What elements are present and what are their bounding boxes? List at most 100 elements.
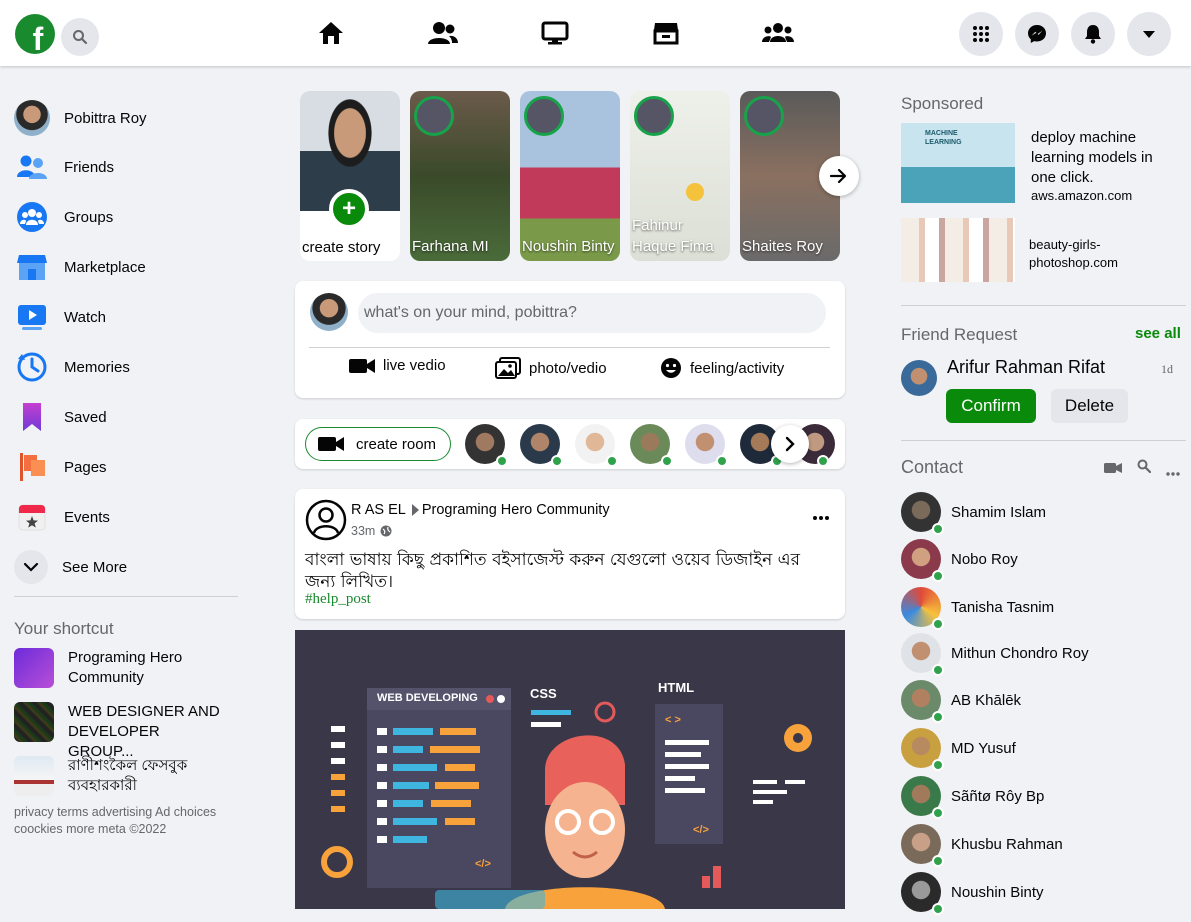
- divider: [901, 305, 1186, 306]
- online-indicator: [551, 455, 563, 467]
- user-icon[interactable]: [305, 499, 347, 541]
- sidebar-item-label: Marketplace: [64, 258, 146, 276]
- request-name[interactable]: Arifur Rahman Rifat: [947, 357, 1105, 378]
- search-button[interactable]: [61, 18, 99, 56]
- post-group[interactable]: Programing Hero Community: [422, 502, 610, 518]
- shortcut-item[interactable]: Programing Hero Community: [14, 648, 228, 688]
- illustration-text: </>: [693, 824, 709, 836]
- events-icon: [14, 499, 50, 535]
- avatar: [901, 824, 944, 867]
- sidebar-item-friends[interactable]: Friends: [14, 147, 114, 187]
- nav-groups[interactable]: [758, 18, 798, 48]
- contact-name: Noushin Binty: [951, 883, 1044, 901]
- story-name: Farhana MI: [412, 238, 489, 255]
- marketplace-icon: [14, 249, 50, 285]
- nav-watch[interactable]: [535, 18, 575, 48]
- story-card[interactable]: Noushin Binty: [520, 91, 620, 261]
- pages-icon: [14, 449, 50, 485]
- groups-icon: [14, 199, 50, 235]
- video-camera-icon: [318, 436, 344, 452]
- contact-item[interactable]: Shamim Islam: [901, 492, 1181, 535]
- online-indicator: [606, 455, 618, 467]
- notifications-button[interactable]: [1071, 12, 1115, 56]
- illustration-text: CSS: [530, 686, 557, 701]
- confirm-button[interactable]: Confirm: [946, 389, 1036, 423]
- sidebar-item-marketplace[interactable]: Marketplace: [14, 247, 146, 287]
- account-menu-button[interactable]: [1127, 12, 1171, 56]
- shortcut-item[interactable]: রাণীশংকৈল ফেসবুক ব্যবহারকারী: [14, 756, 228, 796]
- illustration-text: HTML: [658, 680, 695, 695]
- photo-video-label: photo/vedio: [529, 359, 607, 377]
- sidebar-item-memories[interactable]: Memories: [14, 347, 130, 387]
- nav-friends[interactable]: [423, 18, 463, 48]
- live-video-label: live vedio: [383, 357, 446, 374]
- live-video-button[interactable]: live vedio: [349, 357, 446, 374]
- see-more-button[interactable]: See More: [14, 547, 127, 587]
- sidebar-item-label: Watch: [64, 308, 106, 326]
- see-more-label: See More: [62, 558, 128, 576]
- rooms-next-button[interactable]: [771, 425, 809, 463]
- post-hashtag[interactable]: #help_post: [305, 591, 371, 608]
- post-image[interactable]: WEB DEVELOPING CSS HTML < > </> </>: [295, 630, 845, 909]
- contact-item[interactable]: Tanisha Tasnim: [901, 587, 1181, 630]
- contact-item[interactable]: Sãñtø Rôy Bp: [901, 776, 1181, 819]
- room-avatar[interactable]: [520, 424, 563, 467]
- status-input[interactable]: what's on your mind, pobittra?: [358, 293, 826, 333]
- room-avatar[interactable]: [575, 424, 618, 467]
- facebook-logo-icon[interactable]: f: [15, 14, 55, 54]
- ad-domain: aws.amazon.com: [1031, 188, 1133, 203]
- room-avatar[interactable]: [630, 424, 673, 467]
- online-indicator: [932, 523, 944, 535]
- footer-line[interactable]: privacy terms advertising Ad choices: [14, 804, 244, 821]
- sidebar-item-events[interactable]: Events: [14, 497, 110, 537]
- contact-item[interactable]: Nobo Roy: [901, 539, 1181, 582]
- nav-marketplace[interactable]: [646, 18, 686, 48]
- video-camera-icon[interactable]: [1104, 461, 1122, 479]
- photo-video-button[interactable]: photo/vedio: [495, 357, 607, 379]
- video-camera-icon: [349, 358, 375, 374]
- photo-icon: [495, 357, 521, 379]
- top-navbar: f: [0, 0, 1191, 66]
- more-options-icon[interactable]: [1165, 464, 1181, 482]
- sidebar-item-pages[interactable]: Pages: [14, 447, 107, 487]
- post-author[interactable]: R AS EL: [351, 502, 406, 518]
- shortcut-item[interactable]: WEB DESIGNER AND DEVELOPER GROUP...: [14, 702, 228, 762]
- stories-next-button[interactable]: [819, 156, 859, 196]
- online-indicator: [932, 618, 944, 630]
- post-options-icon[interactable]: [811, 509, 831, 520]
- nav-home[interactable]: [311, 18, 351, 48]
- contact-item[interactable]: MD Yusuf: [901, 728, 1181, 771]
- post-time[interactable]: 33m: [351, 524, 375, 538]
- create-story-card[interactable]: + create story: [300, 91, 400, 261]
- feeling-activity-button[interactable]: feeling/activity: [660, 357, 784, 379]
- sidebar-item-groups[interactable]: Groups: [14, 197, 113, 237]
- sidebar-item-saved[interactable]: Saved: [14, 397, 107, 437]
- room-avatar[interactable]: [465, 424, 508, 467]
- footer-line[interactable]: coockies more meta ©2022: [14, 821, 244, 838]
- avatar[interactable]: [901, 360, 937, 396]
- online-indicator: [496, 455, 508, 467]
- room-avatar[interactable]: [685, 424, 728, 467]
- sidebar-profile[interactable]: Pobittra Roy: [14, 98, 147, 138]
- menu-button[interactable]: [959, 12, 1003, 56]
- contact-item[interactable]: Mithun Chondro Roy: [901, 633, 1181, 676]
- contact-item[interactable]: Noushin Binty: [901, 872, 1181, 915]
- ad-image-caption: MACHINE LEARNING: [925, 130, 962, 146]
- search-icon[interactable]: [1137, 459, 1152, 478]
- messenger-button[interactable]: [1015, 12, 1059, 56]
- story-card[interactable]: Fahinur Haque Fima: [630, 91, 730, 261]
- contact-item[interactable]: Khusbu Rahman: [901, 824, 1181, 867]
- sidebar-item-label: Groups: [64, 208, 114, 226]
- contact-name: Sãñtø Rôy Bp: [951, 787, 1045, 805]
- delete-button[interactable]: Delete: [1051, 389, 1128, 423]
- story-card[interactable]: Farhana MI: [410, 91, 510, 261]
- request-time: 1d: [1161, 362, 1173, 376]
- sidebar-item-watch[interactable]: Watch: [14, 297, 106, 337]
- see-all-link[interactable]: see all: [1135, 325, 1181, 342]
- saved-icon: [14, 399, 50, 435]
- ad-image: MACHINE LEARNING: [901, 123, 1015, 203]
- add-story-icon[interactable]: +: [329, 189, 369, 229]
- contact-item[interactable]: AB Khālēk: [901, 680, 1181, 723]
- create-room-button[interactable]: create room: [305, 427, 451, 461]
- group-thumbnail: [14, 756, 54, 796]
